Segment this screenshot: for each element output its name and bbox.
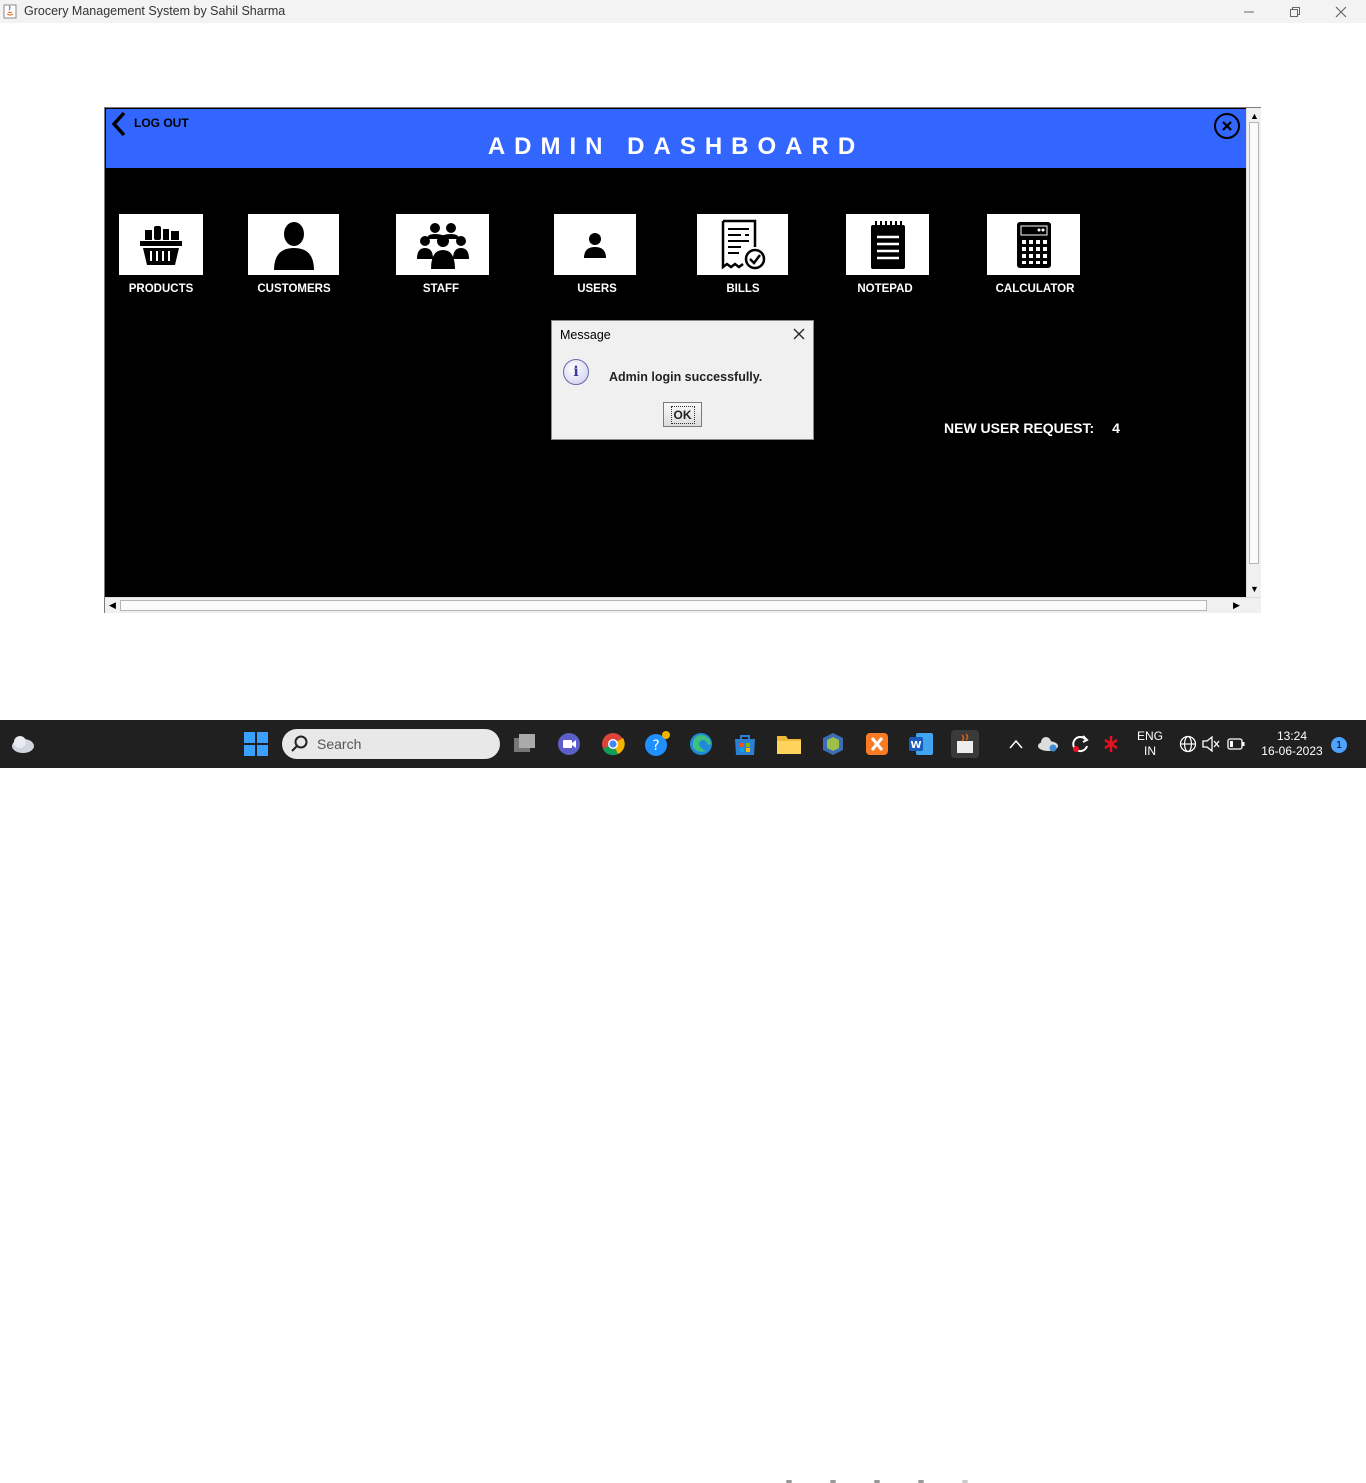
new-user-request[interactable]: NEW USER REQUEST: 4 [944,420,1120,436]
calculator-label: CALCULATOR [995,283,1075,295]
new-user-request-count: 4 [1112,420,1120,436]
language-indicator[interactable]: ENG IN [1133,729,1167,759]
close-icon [1335,6,1347,17]
time-label: 13:24 [1276,729,1308,743]
products-tile[interactable] [119,214,203,275]
person-icon [273,221,314,270]
ok-label: OK [670,405,695,424]
onedrive-icon[interactable] [1034,730,1062,758]
word-icon[interactable]: W [907,730,935,758]
chrome-icon[interactable] [599,730,627,758]
weather-icon[interactable] [9,730,37,758]
ok-button[interactable]: OK [663,402,702,427]
minimize-button[interactable] [1226,0,1272,23]
sync-icon[interactable] [1066,730,1094,758]
xampp-icon[interactable] [863,730,891,758]
svg-text:?: ? [652,738,659,754]
notepad-tile[interactable] [846,214,929,275]
help-icon[interactable]: ? [643,730,671,758]
new-user-request-label: NEW USER REQUEST: [944,420,1095,436]
volume-muted-icon[interactable] [1197,730,1225,758]
scroll-up-icon[interactable]: ▲ [1250,111,1259,121]
staff-tile[interactable] [396,214,489,275]
java-app-icon [3,4,17,19]
bills-label: BILLS [726,283,760,295]
date-label: 16-06-2023 [1261,744,1323,758]
user-icon [584,232,606,258]
restore-button[interactable] [1272,0,1318,23]
java-app-taskbar-icon[interactable] [951,730,979,758]
virtualbox-icon[interactable] [819,730,847,758]
dialog-close-icon[interactable] [791,326,807,342]
message-dialog: Message i Admin login successfully. OK [551,320,814,440]
notification-badge[interactable]: 1 [1331,737,1347,753]
grocery-basket-icon [140,225,182,265]
clock[interactable]: 13:24 16-06-2023 [1256,729,1328,759]
customers-tile[interactable] [248,214,339,275]
dialog-title: Message [560,328,611,342]
restore-icon [1290,6,1300,17]
search-placeholder: Search [317,736,362,752]
video-call-icon[interactable] [555,730,583,758]
scroll-right-icon[interactable]: ▶ [1233,600,1240,610]
region-label: IN [1144,744,1156,758]
close-dashboard-button[interactable] [1214,113,1240,139]
bills-tile[interactable] [697,214,788,275]
calculator-icon [1016,221,1051,268]
vertical-scroll-thumb[interactable] [1249,122,1259,564]
staff-label: STAFF [422,283,460,295]
windows-icon [244,732,268,756]
start-button[interactable] [242,730,270,758]
minimize-icon [1244,11,1254,12]
store-icon[interactable] [731,730,759,758]
dashboard-header: LOG OUT ADMIN DASHBOARD [106,109,1246,168]
app-tray-icon[interactable] [1097,730,1125,758]
scroll-left-icon[interactable]: ◀ [109,600,116,610]
battery-icon[interactable] [1222,730,1250,758]
users-label: USERS [577,283,617,295]
notepad-label: NOTEPAD [857,283,913,295]
group-icon [416,222,469,269]
close-icon [1222,121,1232,131]
horizontal-scroll-thumb[interactable] [120,600,1207,611]
chevron-up-icon[interactable] [1002,730,1030,758]
logout-label: LOG OUT [134,116,189,130]
language-label: ENG [1136,729,1163,743]
edge-icon[interactable] [687,730,715,758]
svg-text:W: W [910,740,921,751]
window-titlebar: Grocery Management System by Sahil Sharm… [0,0,1366,23]
search-icon [291,735,308,752]
scroll-down-icon[interactable]: ▼ [1250,584,1259,594]
notepad-icon [870,220,905,269]
taskbar: Search ? W ENG IN 13:24 16-06-2023 [0,720,1366,1483]
calculator-tile[interactable] [987,214,1080,275]
file-explorer-icon[interactable] [775,730,803,758]
bill-check-icon [721,219,765,269]
vertical-scrollbar[interactable]: ▲ ▼ [1246,108,1261,597]
taskbar-search[interactable]: Search [282,729,500,759]
page-title: ADMIN DASHBOARD [487,133,865,160]
products-label: PRODUCTS [128,283,194,295]
window-title: Grocery Management System by Sahil Sharm… [24,4,286,18]
task-view-icon[interactable] [511,730,539,758]
dialog-message: Admin login successfully. [609,370,763,384]
horizontal-scrollbar[interactable]: ◀ ▶ [105,597,1261,613]
close-window-button[interactable] [1318,0,1364,23]
info-icon: i [563,359,589,385]
customers-label: CUSTOMERS [257,283,331,295]
users-tile[interactable] [554,214,636,275]
